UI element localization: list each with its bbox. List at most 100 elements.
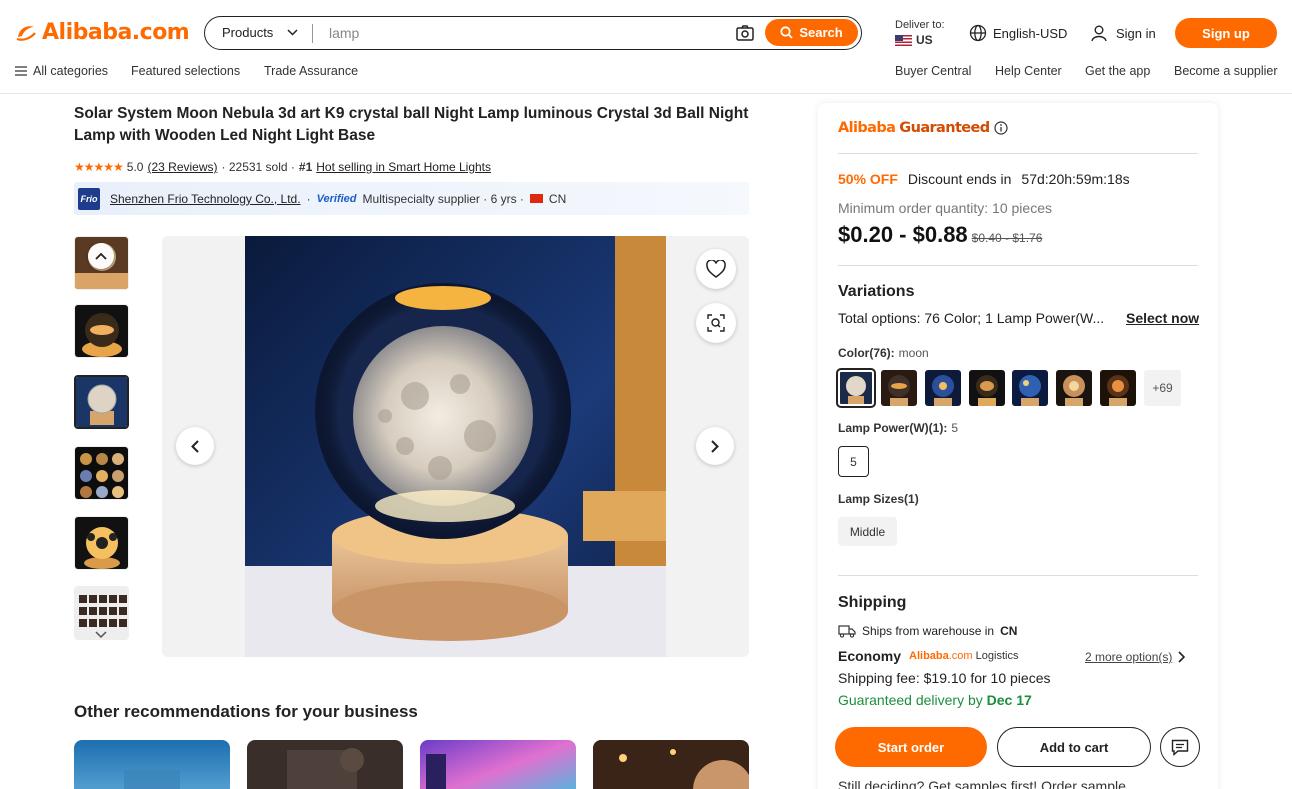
- recommendation-card[interactable]: [420, 740, 576, 789]
- alibaba-guaranteed-badge[interactable]: Alibaba Guaranteed: [838, 120, 1008, 136]
- guaranteed-delivery-text: Guaranteed delivery by: [838, 692, 983, 708]
- trade-assurance-link[interactable]: Trade Assurance: [264, 64, 358, 78]
- swatch-image: [840, 372, 872, 404]
- color-swatch[interactable]: [1012, 370, 1048, 406]
- favorite-button[interactable]: [696, 249, 736, 289]
- next-image-button[interactable]: [696, 427, 734, 465]
- buyer-central-link[interactable]: Buyer Central: [895, 64, 971, 78]
- recommendation-image: [74, 740, 230, 789]
- discount-row: 50% OFF Discount ends in 57d:20h:59m:18s: [838, 171, 1130, 187]
- camera-search-icon[interactable]: [735, 23, 755, 43]
- thumbnail-image: [76, 377, 127, 427]
- search-bar: Products lamp Search: [204, 16, 862, 50]
- image-search-button[interactable]: [696, 303, 736, 343]
- color-label: Color(76):: [838, 346, 895, 360]
- logistics-label: Logistics: [975, 650, 1019, 662]
- chevron-right-icon: [1178, 651, 1186, 663]
- color-swatch[interactable]: [925, 370, 961, 406]
- shipping-fee: Shipping fee: $19.10 for 10 pieces: [838, 670, 1051, 686]
- add-to-cart-button[interactable]: Add to cart: [997, 727, 1151, 767]
- header-divider: [0, 93, 1292, 94]
- become-supplier-link[interactable]: Become a supplier: [1174, 64, 1278, 78]
- main-product-image[interactable]: [245, 236, 666, 657]
- product-thumbnail-selected[interactable]: [74, 375, 129, 429]
- recommendation-card[interactable]: [593, 740, 749, 789]
- guaranteed-brand: Alibaba: [838, 120, 896, 136]
- product-thumbnail[interactable]: [74, 304, 129, 358]
- swatch-image: [969, 370, 1005, 406]
- rank-category-link[interactable]: Hot selling in Smart Home Lights: [316, 160, 491, 174]
- color-value: moon: [898, 346, 929, 360]
- rating-row: ★★★★★ 5.0 (23 Reviews) · 22531 sold · #1…: [74, 160, 491, 174]
- delivery-date: Dec 17: [986, 692, 1032, 708]
- power-value: 5: [951, 421, 959, 435]
- original-price: $0.40 - $1.76: [971, 231, 1043, 245]
- color-swatch[interactable]: [881, 370, 917, 406]
- search-category-select[interactable]: Products: [222, 25, 298, 40]
- ships-from-country: CN: [1000, 624, 1018, 638]
- search-input[interactable]: lamp: [329, 25, 359, 41]
- shipping-title: Shipping: [838, 594, 907, 611]
- info-icon[interactable]: [993, 121, 1008, 135]
- color-label-row: Color(76): moon: [838, 346, 929, 360]
- sign-up-button[interactable]: Sign up: [1175, 18, 1277, 48]
- all-categories-menu[interactable]: All categories: [15, 64, 108, 78]
- product-thumbnail[interactable]: [74, 516, 129, 570]
- supplier-name-link[interactable]: Shenzhen Frio Technology Co., Ltd.: [110, 192, 301, 206]
- help-center-link[interactable]: Help Center: [995, 64, 1062, 78]
- swatch-image: [925, 370, 961, 406]
- alibaba-logistics-label: Alibaba.com Logistics: [909, 650, 1018, 662]
- search-divider: [312, 24, 313, 43]
- ships-from-row: Ships from warehouse in CN: [838, 624, 1017, 638]
- chevron-up-icon: [95, 252, 107, 260]
- search-button[interactable]: Search: [765, 19, 858, 46]
- variations-title: Variations: [838, 283, 915, 300]
- variations-total: Total options: 76 Color; 1 Lamp Power(W.…: [838, 310, 1105, 326]
- recommendation-card[interactable]: [74, 740, 230, 789]
- alibaba-logo[interactable]: Alibaba.com: [14, 20, 190, 45]
- more-colors-button[interactable]: +69: [1144, 370, 1181, 406]
- rating-value: 5.0: [126, 160, 144, 174]
- supplier-bar: Frio Shenzhen Frio Technology Co., Ltd. …: [74, 182, 749, 215]
- moon-lamp-photo: [245, 236, 666, 657]
- color-swatch[interactable]: [1100, 370, 1136, 406]
- color-swatch[interactable]: [1056, 370, 1092, 406]
- recommendation-image: [420, 740, 576, 789]
- verified-badge[interactable]: Verified: [317, 193, 357, 205]
- swatch-image: [1100, 370, 1136, 406]
- sample-order-text: Still deciding? Get samples first! Order…: [838, 778, 1126, 789]
- sold-count: · 22531 sold ·: [221, 160, 295, 174]
- language-selector[interactable]: English-USD: [969, 24, 1067, 42]
- supplier-logo[interactable]: Frio: [78, 187, 100, 210]
- get-the-app-link[interactable]: Get the app: [1085, 64, 1150, 78]
- us-flag-icon: [895, 35, 912, 46]
- recommendation-card[interactable]: [247, 740, 403, 789]
- power-option-button[interactable]: 5: [838, 446, 869, 477]
- color-swatch-selected[interactable]: [836, 368, 876, 408]
- deliver-to-selector[interactable]: Deliver to: US: [895, 19, 945, 47]
- price-range: $0.20 - $0.88 $0.40 - $1.76: [838, 222, 1042, 248]
- chevron-down-icon: [95, 631, 107, 639]
- featured-selections-link[interactable]: Featured selections: [131, 64, 240, 78]
- reviews-link[interactable]: (23 Reviews): [147, 160, 217, 174]
- discount-percent: 50% OFF: [838, 171, 898, 187]
- previous-image-button[interactable]: [176, 427, 214, 465]
- select-now-link[interactable]: Select now: [1126, 310, 1199, 326]
- swatch-image: [881, 370, 917, 406]
- rank-badge: #1: [298, 160, 313, 174]
- start-order-button[interactable]: Start order: [835, 727, 987, 767]
- sign-in-label: Sign in: [1116, 25, 1156, 41]
- thumbnails-scroll-up-button[interactable]: [88, 243, 114, 269]
- size-option-button[interactable]: Middle: [838, 517, 897, 546]
- guaranteed-label: Guaranteed: [899, 120, 990, 136]
- swatch-image: [1056, 370, 1092, 406]
- chat-supplier-button[interactable]: [1160, 727, 1200, 767]
- thumbnails-scroll-down-button[interactable]: [88, 624, 114, 646]
- color-swatch[interactable]: [969, 370, 1005, 406]
- thumbnail-image: [75, 447, 128, 499]
- search-button-label: Search: [799, 25, 843, 40]
- product-thumbnail[interactable]: [74, 446, 129, 500]
- more-shipping-options-link[interactable]: 2 more option(s): [1085, 650, 1186, 664]
- power-label-row: Lamp Power(W)(1): 5: [838, 421, 958, 435]
- sign-in-link[interactable]: Sign in: [1090, 24, 1156, 42]
